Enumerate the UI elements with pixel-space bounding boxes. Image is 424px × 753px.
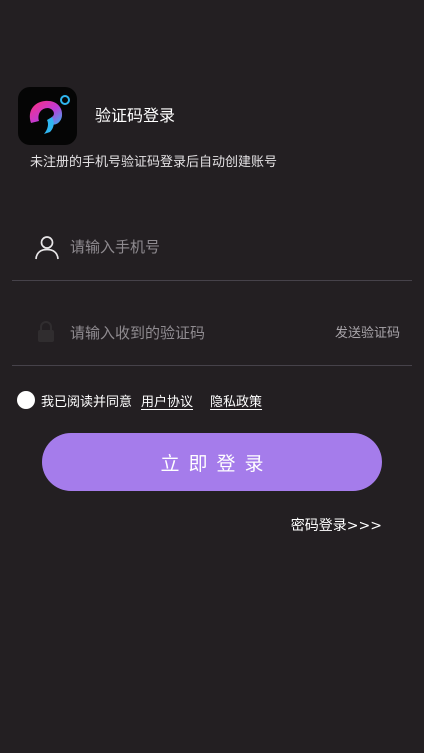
send-code-button[interactable]: 发送验证码 xyxy=(335,325,400,343)
page-subtitle: 未注册的手机号验证码登录后自动创建账号 xyxy=(30,155,278,170)
privacy-policy-link[interactable]: 隐私政策 xyxy=(210,391,262,410)
page-title: 验证码登录 xyxy=(95,106,176,125)
code-field-row: 发送验证码 xyxy=(12,281,412,366)
lock-icon xyxy=(38,321,54,342)
password-login-link[interactable]: 密码登录>>> xyxy=(291,516,382,536)
phone-field-row xyxy=(12,196,412,281)
agreement-radio[interactable] xyxy=(17,391,35,409)
verification-code-input[interactable] xyxy=(70,318,310,348)
agreement-row: 我已阅读并同意 用户协议 隐私政策 xyxy=(17,389,279,411)
app-logo-icon xyxy=(18,87,77,145)
agreement-text: 我已阅读并同意 xyxy=(41,394,133,410)
user-agreement-link[interactable]: 用户协议 xyxy=(141,391,193,410)
login-button[interactable]: 立即登录 xyxy=(42,433,382,491)
phone-input[interactable] xyxy=(70,232,320,262)
user-icon xyxy=(35,236,59,260)
